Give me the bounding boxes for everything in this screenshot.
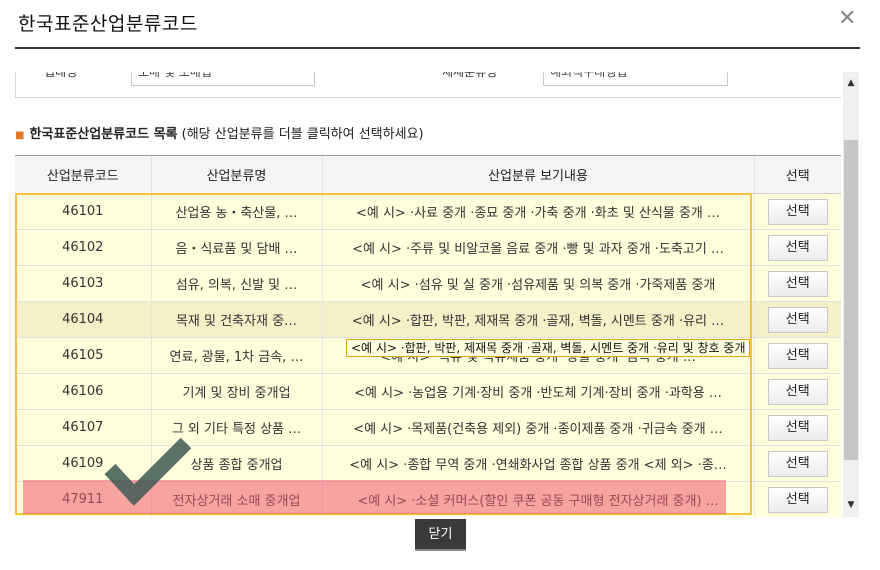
select-button[interactable]: 선택 [767,234,828,261]
field2-input[interactable]: 해외직구대행업 [543,72,728,86]
section-title-text: 한국표준산업분류코드 목록 [29,127,178,142]
title-divider [15,47,860,49]
cell-select: 선택 [753,409,841,446]
close-icon[interactable]: ✕ [838,6,856,31]
select-button[interactable]: 선택 [767,198,828,225]
header-desc: 산업분류 보기내용 [321,155,754,194]
header-select: 선택 [753,155,841,194]
cell-select: 선택 [753,481,841,517]
cell-desc: <예 시> ·주류 및 비알코올 음료 중개 ·빵 및 과자 중개 ·도축고기 … [321,229,754,266]
field1-label: 업태명 [44,72,78,79]
select-button[interactable]: 선택 [767,378,828,405]
cell-select: 선택 [753,337,841,374]
table-header-row: 산업분류코드 산업분류명 산업분류 보기내용 선택 [15,155,841,194]
cell-desc: <예 시> ·사료 중개 ·종묘 중개 ·가축 중개 ·화초 및 산식물 중개 … [321,193,754,230]
cell-code: 46103 [15,265,151,302]
cell-name: 산업용 농・축산물, … [150,193,322,230]
bullet-icon: ■ [15,130,25,141]
cell-code: 46106 [15,373,151,410]
cell-name: 목재 및 건축자재 중… [150,301,322,338]
cell-code: 46102 [15,229,151,266]
select-button[interactable]: 선택 [767,306,828,333]
cell-select: 선택 [753,301,841,338]
checkmark-icon [104,437,192,506]
table-row[interactable]: 46101 산업용 농・축산물, … <예 시> ·사료 중개 ·종묘 중개 ·… [15,193,841,230]
table-row[interactable]: 46103 섬유, 의복, 신발 및 … <예 시> ·섬유 및 실 중개 ·섬… [15,265,841,302]
cell-select: 선택 [753,373,841,410]
header-code: 산업분류코드 [15,155,151,194]
select-button[interactable]: 선택 [767,486,828,513]
header-name: 산업분류명 [150,155,322,194]
table-row[interactable]: 46104 목재 및 건축자재 중… <예 시> ·합판, 박판, 제재목 중개… [15,301,841,338]
cell-code: 46105 [15,337,151,374]
scroll-thumb[interactable] [844,140,858,460]
select-button[interactable]: 선택 [767,270,828,297]
cell-name: 기계 및 장비 중개업 [150,373,322,410]
search-form: 업태명 도매 및 소매업 세세분류명 해외직구대행업 [15,72,841,98]
cell-select: 선택 [753,229,841,266]
vertical-scrollbar[interactable]: ▲ ▼ [843,72,859,517]
field2-label: 세세분류명 [442,72,498,79]
close-button[interactable]: 닫기 [415,519,466,549]
scroll-down-icon[interactable]: ▼ [843,500,859,510]
cell-desc: <예 시> ·소셜 커머스(할인 쿠폰 공동 구매형 전자상거래 중개) … [321,481,754,517]
cell-desc: <예 시> ·합판, 박판, 제재목 중개 ·골재, 벽돌, 시멘트 중개 ·유… [321,301,754,338]
cell-desc: <예 시> ·목제품(건축용 제외) 중개 ·종이제품 중개 ·귀금속 중개 … [321,409,754,446]
cell-name: 섬유, 의복, 신발 및 … [150,265,322,302]
field1-input[interactable]: 도매 및 소매업 [131,72,315,86]
dialog-title: 한국표준산업분류코드 [18,13,198,35]
tooltip: <예 시> ·합판, 박판, 제재목 중개 ·골재, 벽돌, 시멘트 중개 ·유… [346,339,751,357]
cell-name: 음・식료품 및 담배 … [150,229,322,266]
cell-name: 연료, 광물, 1차 금속, … [150,337,322,374]
cell-code: 46101 [15,193,151,230]
section-hint: (해당 산업분류를 더블 클릭하여 선택하세요) [181,127,424,142]
scroll-up-icon[interactable]: ▲ [843,78,859,88]
cell-desc: <예 시> ·섬유 및 실 중개 ·섬유제품 및 의복 중개 ·가죽제품 중개 [321,265,754,302]
cell-desc: <예 시> ·종합 무역 중개 ·연쇄화사업 종합 상품 중개 <제 외> ·종… [321,445,754,482]
section-title: ■ 한국표준산업분류코드 목록 (해당 산업분류를 더블 클릭하여 선택하세요) [15,123,424,142]
select-button[interactable]: 선택 [767,414,828,441]
select-button[interactable]: 선택 [767,450,828,477]
cell-code: 46104 [15,301,151,338]
cell-select: 선택 [753,193,841,230]
select-button[interactable]: 선택 [767,342,828,369]
cell-select: 선택 [753,445,841,482]
table-row[interactable]: 46106 기계 및 장비 중개업 <예 시> ·농업용 기계·장비 중개 ·반… [15,373,841,410]
table-row[interactable]: 46102 음・식료품 및 담배 … <예 시> ·주류 및 비알코올 음료 중… [15,229,841,266]
cell-select: 선택 [753,265,841,302]
cell-desc: <예 시> ·농업용 기계·장비 중개 ·반도체 기계·장비 중개 ·과학용 … [321,373,754,410]
